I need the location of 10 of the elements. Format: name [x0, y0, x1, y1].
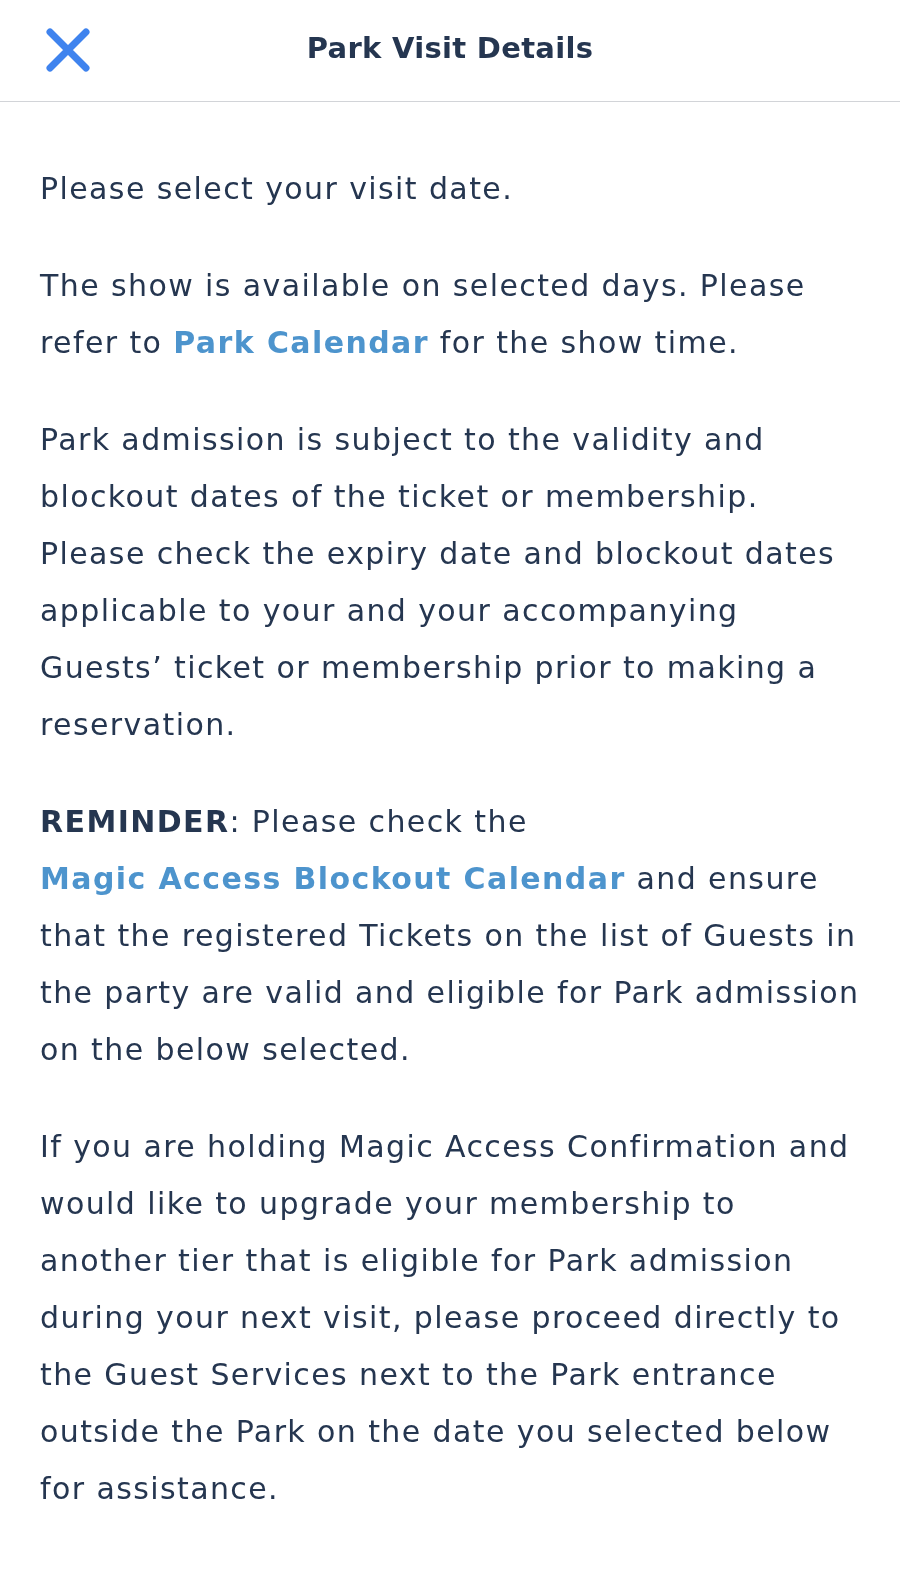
page-title: Park Visit Details: [306, 30, 594, 65]
paragraph: REMINDER: Please check the Magic Access Blockout Calendar and ensure that the registered Tickets on the list of Guests in the party are valid and eligible for Park admission on the below selected.: [40, 803, 860, 1069]
paragraph: Park admission is subject to the validity and blockout dates of the ticket or membership. Please check the expiry date and blockout dates applicable to your and your accompanying Guests’ ticket or membership prior to making a reservation.: [40, 421, 837, 744]
link[interactable]: Magic Access Blockout Calendar: [40, 861, 626, 896]
paragraph: The show is available on selected days. Please refer to Park Calendar for the show time.: [40, 267, 807, 362]
paragraph: If you are holding Magic Access Confirmation and would like to upgrade your membership to another tier that is eligible for Park admission during your next visit, please proceed directly to the Guest Services next to the Park entrance outside the Park on the date you selected below for assistance.: [40, 1128, 851, 1508]
paragraph: Please select your visit date.: [40, 170, 515, 208]
close-icon: [46, 27, 90, 72]
link[interactable]: Park Calendar: [173, 325, 429, 360]
close-button[interactable]: [46, 27, 90, 72]
